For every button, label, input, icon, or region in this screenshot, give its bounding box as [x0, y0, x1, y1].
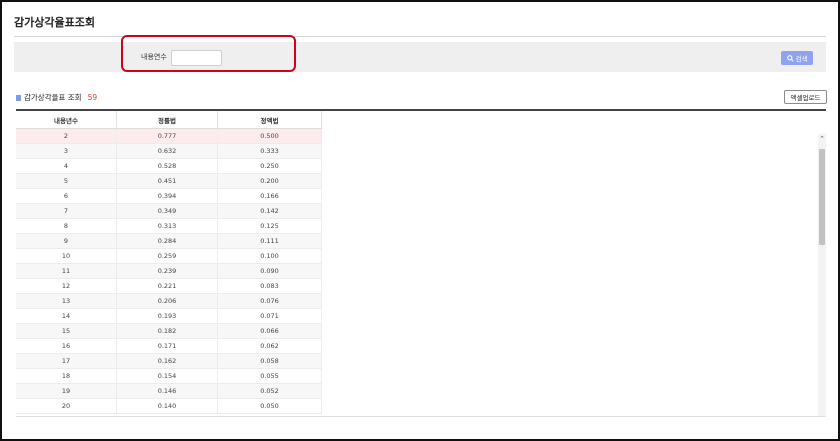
cell-useful-life: 6	[16, 189, 117, 203]
cell-straight-line: 0.250	[218, 159, 322, 173]
cell-straight-line: 0.062	[218, 339, 322, 353]
section-title: 감가상각율표 조회	[24, 93, 82, 102]
table-row[interactable]: 15 0.182 0.066	[16, 324, 322, 339]
cell-useful-life: 17	[16, 354, 117, 368]
cell-declining-balance: 0.284	[117, 234, 218, 248]
scroll-up-icon[interactable]: ⌃	[818, 134, 826, 144]
cell-useful-life: 5	[16, 174, 117, 188]
cell-straight-line: 0.083	[218, 279, 322, 293]
table-row[interactable]: 6 0.394 0.166	[16, 189, 322, 204]
cell-useful-life: 7	[16, 204, 117, 218]
cell-straight-line: 0.166	[218, 189, 322, 203]
cell-useful-life: 16	[16, 339, 117, 353]
table-row[interactable]: 4 0.528 0.250	[16, 159, 322, 174]
cell-straight-line: 0.200	[218, 174, 322, 188]
grid-header: 내용년수 정률법 정액법	[16, 111, 322, 129]
cell-straight-line: 0.076	[218, 294, 322, 308]
cell-useful-life: 18	[16, 369, 117, 383]
table-row[interactable]: 19 0.146 0.052	[16, 384, 322, 399]
cell-declining-balance: 0.528	[117, 159, 218, 173]
cell-useful-life: 4	[16, 159, 117, 173]
search-button-label: 검색	[795, 55, 808, 63]
cell-straight-line: 0.058	[218, 354, 322, 368]
table-row[interactable]: 3 0.632 0.333	[16, 144, 322, 159]
cell-straight-line: 0.500	[218, 129, 322, 143]
cell-straight-line: 0.100	[218, 249, 322, 263]
table-row[interactable]: 14 0.193 0.071	[16, 309, 322, 324]
cell-useful-life: 12	[16, 279, 117, 293]
table-row[interactable]: 16 0.171 0.062	[16, 339, 322, 354]
cell-straight-line: 0.111	[218, 234, 322, 248]
cell-straight-line: 0.071	[218, 309, 322, 323]
table-row[interactable]: 20 0.140 0.050	[16, 399, 322, 414]
section-header: 감가상각율표 조회 59	[16, 92, 97, 103]
cell-useful-life: 10	[16, 249, 117, 263]
cell-useful-life: 3	[16, 144, 117, 158]
excel-upload-button[interactable]: 액셀업로드	[784, 90, 827, 104]
bullet-icon	[16, 94, 21, 101]
cell-declining-balance: 0.221	[117, 279, 218, 293]
search-button[interactable]: 검색	[781, 51, 813, 65]
cell-declining-balance: 0.451	[117, 174, 218, 188]
cell-useful-life: 13	[16, 294, 117, 308]
table-row[interactable]: 17 0.162 0.058	[16, 354, 322, 369]
result-count: 59	[87, 93, 98, 102]
grid-body: 2 0.777 0.500 3 0.632 0.333 4 0.528 0.250 5 0.451 0…	[16, 129, 322, 414]
cell-straight-line: 0.052	[218, 384, 322, 398]
grid-bottom-border	[16, 416, 826, 417]
cell-useful-life: 8	[16, 219, 117, 233]
page-title: 감가상각율표조회	[14, 16, 95, 29]
cell-declining-balance: 0.313	[117, 219, 218, 233]
table-row[interactable]: 12 0.221 0.083	[16, 279, 322, 294]
table-row[interactable]: 5 0.451 0.200	[16, 174, 322, 189]
useful-life-input[interactable]	[171, 50, 222, 66]
cell-straight-line: 0.066	[218, 324, 322, 338]
cell-declining-balance: 0.394	[117, 189, 218, 203]
cell-useful-life: 19	[16, 384, 117, 398]
table-row[interactable]: 18 0.154 0.055	[16, 369, 322, 384]
cell-declining-balance: 0.206	[117, 294, 218, 308]
cell-straight-line: 0.055	[218, 369, 322, 383]
cell-useful-life: 14	[16, 309, 117, 323]
search-icon	[786, 54, 794, 62]
cell-declining-balance: 0.182	[117, 324, 218, 338]
column-header-declining-balance[interactable]: 정률법	[117, 111, 218, 128]
table-row[interactable]: 2 0.777 0.500	[16, 129, 322, 144]
table-row[interactable]: 7 0.349 0.142	[16, 204, 322, 219]
scrollbar-thumb[interactable]	[819, 149, 825, 245]
cell-straight-line: 0.333	[218, 144, 322, 158]
cell-straight-line: 0.142	[218, 204, 322, 218]
cell-declining-balance: 0.146	[117, 384, 218, 398]
cell-declining-balance: 0.193	[117, 309, 218, 323]
cell-declining-balance: 0.171	[117, 339, 218, 353]
cell-useful-life: 15	[16, 324, 117, 338]
cell-declining-balance: 0.349	[117, 204, 218, 218]
table-row[interactable]: 13 0.206 0.076	[16, 294, 322, 309]
cell-declining-balance: 0.162	[117, 354, 218, 368]
cell-straight-line: 0.090	[218, 264, 322, 278]
column-header-useful-life[interactable]: 내용년수	[16, 111, 117, 128]
cell-straight-line: 0.125	[218, 219, 322, 233]
useful-life-label: 내용연수	[141, 53, 167, 61]
cell-declining-balance: 0.239	[117, 264, 218, 278]
table-row[interactable]: 10 0.259 0.100	[16, 249, 322, 264]
cell-declining-balance: 0.632	[117, 144, 218, 158]
cell-straight-line: 0.050	[218, 399, 322, 413]
table-row[interactable]: 11 0.239 0.090	[16, 264, 322, 279]
column-header-straight-line[interactable]: 정액법	[218, 111, 322, 128]
cell-useful-life: 20	[16, 399, 117, 413]
table-row[interactable]: 8 0.313 0.125	[16, 219, 322, 234]
cell-declining-balance: 0.259	[117, 249, 218, 263]
table-row[interactable]: 9 0.284 0.111	[16, 234, 322, 249]
cell-declining-balance: 0.140	[117, 399, 218, 413]
cell-declining-balance: 0.777	[117, 129, 218, 143]
cell-useful-life: 11	[16, 264, 117, 278]
cell-useful-life: 2	[16, 129, 117, 143]
cell-useful-life: 9	[16, 234, 117, 248]
cell-declining-balance: 0.154	[117, 369, 218, 383]
